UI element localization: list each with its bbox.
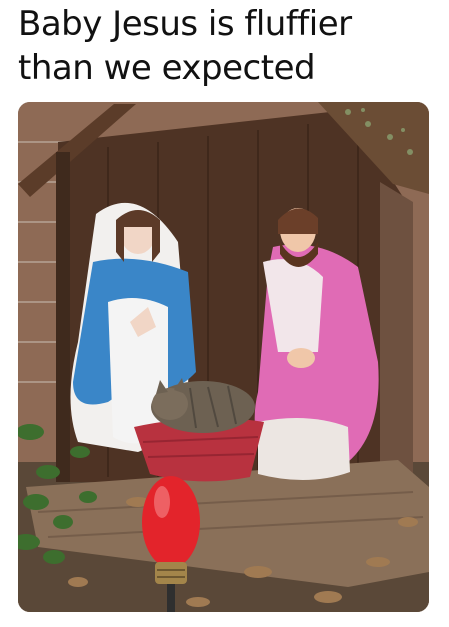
stable-post-left: [56, 152, 70, 482]
nativity-photo: [18, 102, 429, 612]
meme-caption: Baby Jesus is fluffier than we expected: [18, 2, 438, 90]
stable-side-wall: [380, 182, 413, 492]
caption-line-1: Baby Jesus is fluffier: [18, 4, 352, 44]
caption-line-2: than we expected: [18, 48, 316, 88]
